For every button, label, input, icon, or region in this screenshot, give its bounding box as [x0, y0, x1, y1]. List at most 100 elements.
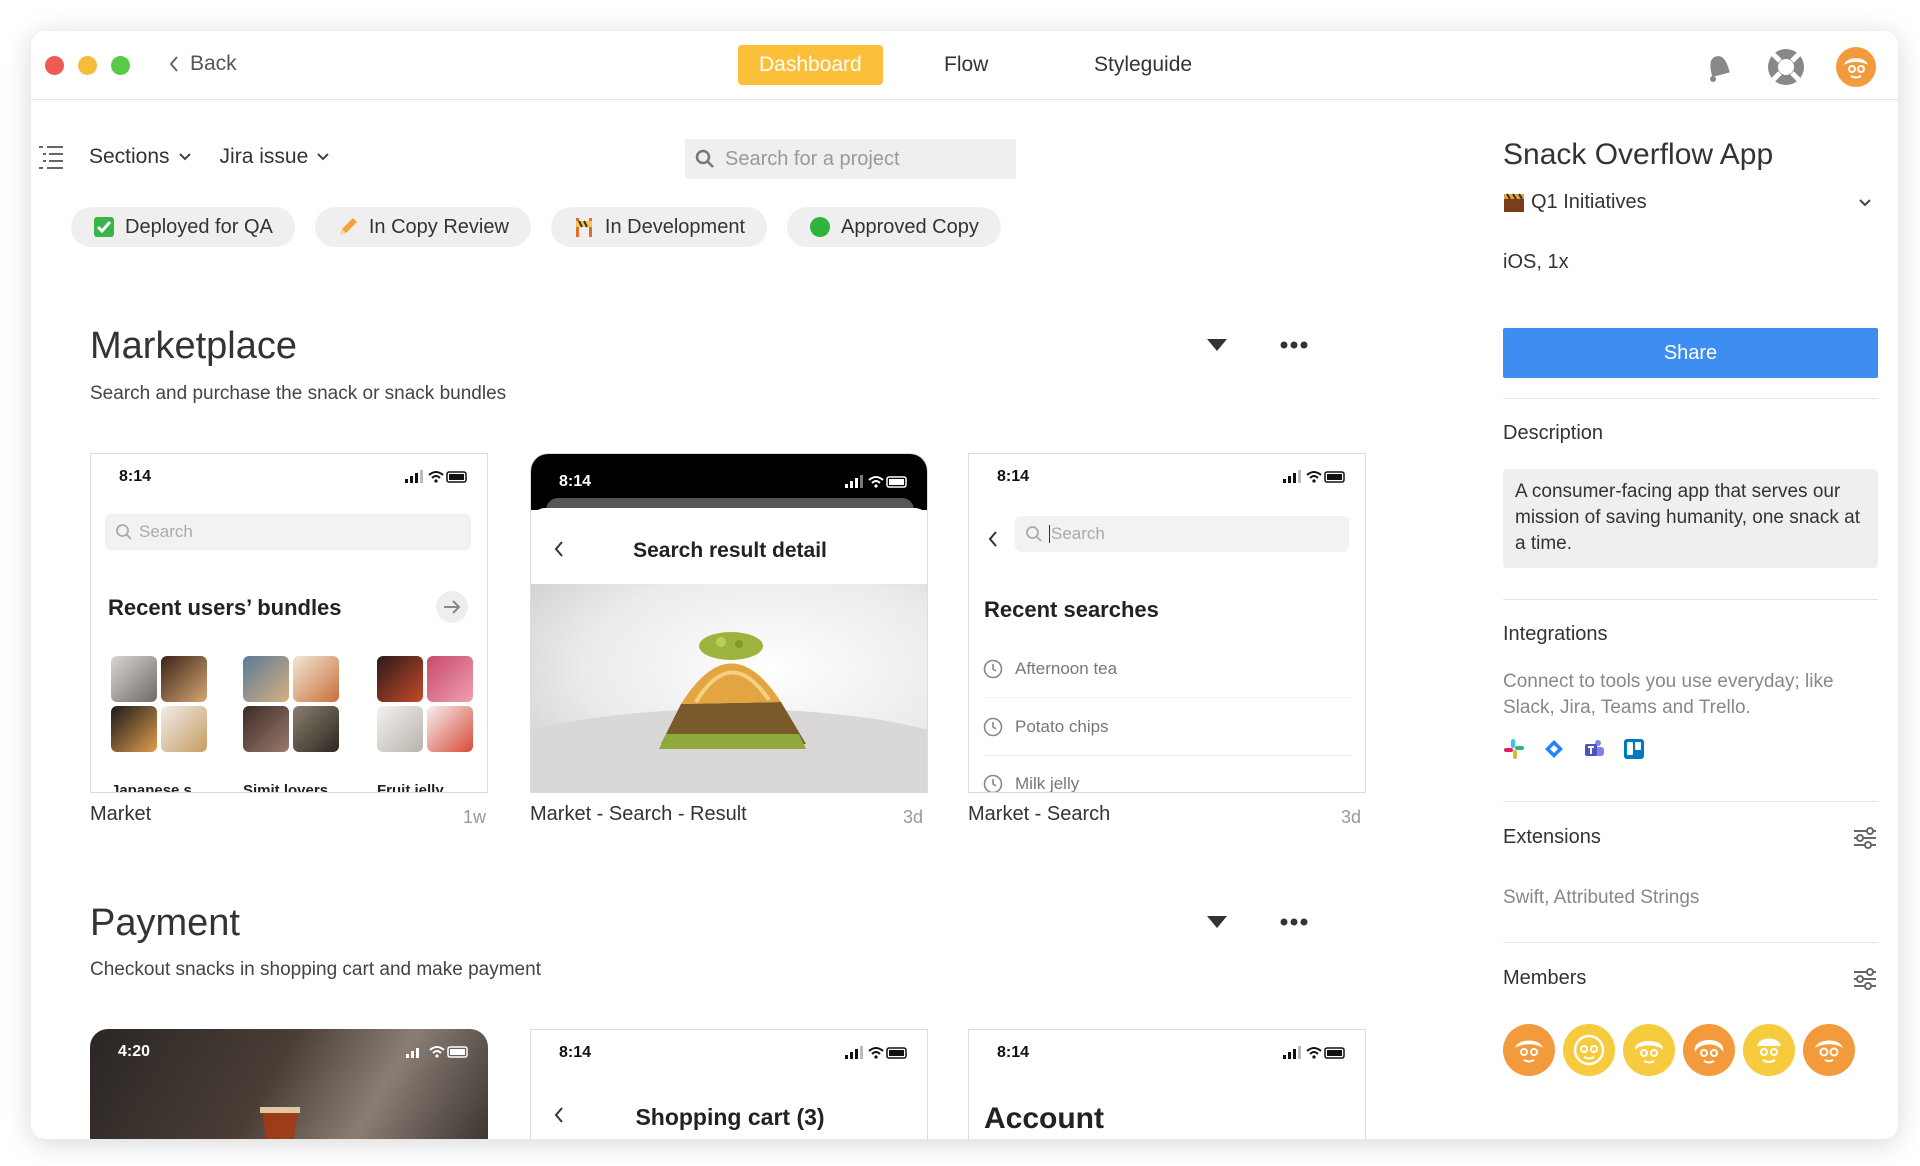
initiative-label: Q1 Initiatives — [1531, 191, 1647, 213]
construction-icon — [573, 216, 595, 238]
collapse-section-icon[interactable] — [1203, 331, 1231, 359]
member-avatar[interactable] — [1743, 1024, 1795, 1076]
recent-search-label: Potato chips — [1015, 716, 1109, 736]
status-bar: 4:20 — [90, 1029, 488, 1075]
screen-age: 3d — [1341, 807, 1362, 827]
signal-wifi-battery-icon — [405, 470, 469, 484]
filter-deployed-qa[interactable]: Deployed for QA — [71, 207, 295, 247]
bundle-image — [377, 706, 423, 752]
chevron-left-icon — [169, 56, 178, 72]
bundle-label: Japanese s... — [111, 782, 205, 793]
maximize-window-button[interactable] — [111, 56, 130, 75]
status-bar: 8:14 — [969, 454, 1365, 500]
list-icon[interactable] — [37, 143, 65, 171]
chevron-down-icon — [1859, 198, 1871, 206]
baklava-photo — [531, 584, 927, 792]
section-description: Search and purchase the snack or snack b… — [90, 383, 507, 404]
screen-card-search-result[interactable]: 8:14 Search result detail — [530, 453, 928, 793]
bundle-image — [111, 656, 157, 702]
bundle-image — [377, 656, 423, 702]
filter-approved-copy[interactable]: Approved Copy — [787, 207, 1001, 247]
recent-search-label: Afternoon tea — [1015, 658, 1118, 678]
slack-icon[interactable] — [1503, 738, 1525, 760]
status-time: 8:14 — [119, 468, 152, 485]
screen-card-account[interactable]: 8:14 Account — [968, 1029, 1366, 1139]
search-icon — [116, 524, 132, 540]
share-button[interactable]: Share — [1503, 328, 1878, 378]
screen-caption: Market - Search — [968, 803, 1111, 825]
filter-in-development[interactable]: In Development — [550, 207, 767, 247]
chip-label: In Development — [604, 215, 745, 238]
jira-issue-dropdown[interactable]: Jira issue — [220, 145, 331, 169]
sections-dropdown[interactable]: Sections — [89, 145, 192, 169]
recent-search-item: Potato chips — [983, 698, 1353, 756]
sliders-icon[interactable] — [1853, 826, 1877, 850]
filter-copy-review[interactable]: In Copy Review — [314, 207, 531, 247]
screen-caption: Market — [90, 803, 152, 825]
back-button[interactable]: Back — [168, 52, 237, 76]
bundle-image — [293, 706, 339, 752]
minimize-window-button[interactable] — [78, 56, 97, 75]
phone-search-placeholder: Search — [139, 522, 193, 541]
screen-card-shopping-cart[interactable]: 8:14 Shopping cart (3) — [530, 1029, 928, 1139]
signal-wifi-battery-icon — [1283, 470, 1347, 484]
filter-chips: Deployed for QA In Copy Review In Develo… — [71, 207, 1001, 247]
screen-card-market[interactable]: 8:14 Search Recent users’ bundles Japane… — [90, 453, 488, 793]
collapse-section-icon[interactable] — [1203, 908, 1231, 936]
divider — [1503, 599, 1878, 600]
tab-label: Styleguide — [1094, 53, 1193, 76]
member-avatar[interactable] — [1623, 1024, 1675, 1076]
signal-wifi-battery-icon — [406, 1045, 470, 1059]
member-avatar[interactable] — [1503, 1024, 1555, 1076]
section-title: Marketplace — [90, 325, 297, 367]
bundle-image — [427, 706, 473, 752]
bell-icon[interactable] — [1696, 47, 1736, 87]
member-avatar[interactable] — [1683, 1024, 1735, 1076]
more-options-icon[interactable] — [1280, 908, 1308, 936]
status-bar: 8:14 — [531, 1030, 927, 1076]
more-options-icon[interactable] — [1280, 331, 1308, 359]
close-window-button[interactable] — [45, 56, 64, 75]
screen-card-payment-photo[interactable]: 4:20 — [90, 1029, 488, 1139]
clapperboard-icon — [1504, 192, 1524, 212]
status-bar: 8:14 — [969, 1030, 1365, 1076]
trello-icon[interactable] — [1623, 738, 1645, 760]
description-text[interactable]: A consumer-facing app that serves our mi… — [1503, 469, 1878, 568]
bundle-label: Fruit jelly... — [377, 782, 456, 793]
sliders-icon[interactable] — [1853, 967, 1877, 991]
back-label: Back — [190, 52, 237, 75]
search-placeholder: Search for a project — [725, 147, 900, 170]
tab-styleguide[interactable]: Styleguide — [1073, 45, 1213, 85]
app-window: Back Dashboard Flow Styleguide Sections … — [31, 31, 1898, 1139]
jira-label: Jira issue — [219, 145, 309, 168]
status-time: 8:14 — [559, 1044, 592, 1061]
bundle-image — [427, 656, 473, 702]
members-heading: Members — [1503, 967, 1587, 989]
search-icon — [1026, 526, 1042, 542]
member-avatar[interactable] — [1563, 1024, 1615, 1076]
integrations-text: Connect to tools you use everyday; like … — [1503, 671, 1834, 718]
jira-icon[interactable] — [1543, 738, 1565, 760]
title-bar: Back Dashboard Flow Styleguide — [31, 31, 1898, 100]
tab-flow[interactable]: Flow — [923, 45, 1009, 85]
user-avatar-icon[interactable] — [1836, 47, 1876, 87]
status-time: 4:20 — [118, 1043, 151, 1060]
teams-icon[interactable] — [1583, 738, 1605, 760]
tab-dashboard[interactable]: Dashboard — [738, 45, 883, 85]
chip-label: In Copy Review — [368, 215, 509, 238]
bundle-image — [243, 656, 289, 702]
screen-card-search[interactable]: 8:14 Search Recent searches Afternoon te… — [968, 453, 1366, 793]
project-search-input[interactable]: Search for a project — [685, 139, 1016, 179]
section-description: Checkout snacks in shopping cart and mak… — [90, 959, 541, 980]
status-time: 8:14 — [997, 468, 1030, 485]
lifebuoy-icon[interactable] — [1766, 47, 1806, 87]
integration-icons — [1503, 738, 1645, 760]
initiative-dropdown[interactable]: Q1 Initiatives — [1503, 191, 1878, 214]
chip-label: Approved Copy — [841, 215, 979, 238]
member-avatar[interactable] — [1803, 1024, 1855, 1076]
project-title: Snack Overflow App — [1503, 138, 1774, 171]
divider — [1503, 801, 1878, 802]
description-heading: Description — [1503, 422, 1604, 444]
bundle-image — [243, 706, 289, 752]
recent-search-item: Milk jelly — [983, 755, 1353, 792]
